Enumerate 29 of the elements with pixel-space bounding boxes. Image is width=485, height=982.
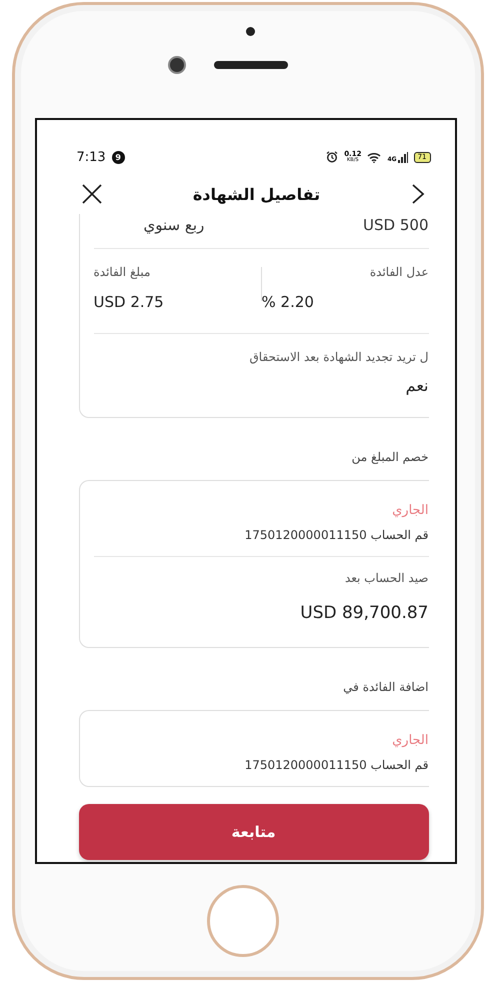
section-title: خصم المبلغ من <box>350 450 428 464</box>
close-icon <box>80 183 102 205</box>
continue-button[interactable]: متابعة <box>78 804 428 860</box>
answer-value: نعم <box>404 376 428 395</box>
sensor-dot <box>246 27 254 36</box>
alarm-clock-icon <box>326 151 338 163</box>
account-number: قم الحساب 1750120000011150 <box>244 528 428 542</box>
account-type: الجاري <box>391 503 428 518</box>
clock-time: 7:13 <box>76 150 106 164</box>
balance-label: صيد الحساب بعد <box>344 571 428 585</box>
account-type: الجاري <box>391 733 428 748</box>
account-number: قم الحساب 1750120000011150 <box>244 758 428 772</box>
question-label: ل تريد تجديد الشهادة بعد الاستحقاق <box>248 350 428 364</box>
field-value: % 2.20 <box>262 293 315 311</box>
field-label: مبلغ الفائدة <box>94 265 150 279</box>
camera-lens <box>168 56 186 74</box>
field-label: عدل الفائدة <box>368 265 428 279</box>
chevron-right-icon <box>410 183 424 205</box>
section-title: اضافة الفائدة في <box>342 680 428 694</box>
field-value: USD 500 <box>363 216 428 234</box>
notification-count: 9 <box>112 150 125 164</box>
screen-title: تفاصيل الشهادة <box>192 184 320 204</box>
wifi-icon <box>367 152 382 162</box>
close-button[interactable] <box>80 183 102 205</box>
signal-bars-icon <box>398 152 408 162</box>
field-value: USD 2.75 <box>94 293 164 311</box>
field-value: ربع سنوي <box>144 216 204 234</box>
back-button[interactable] <box>410 183 424 205</box>
balance-value: USD 89,700.87 <box>299 603 428 623</box>
